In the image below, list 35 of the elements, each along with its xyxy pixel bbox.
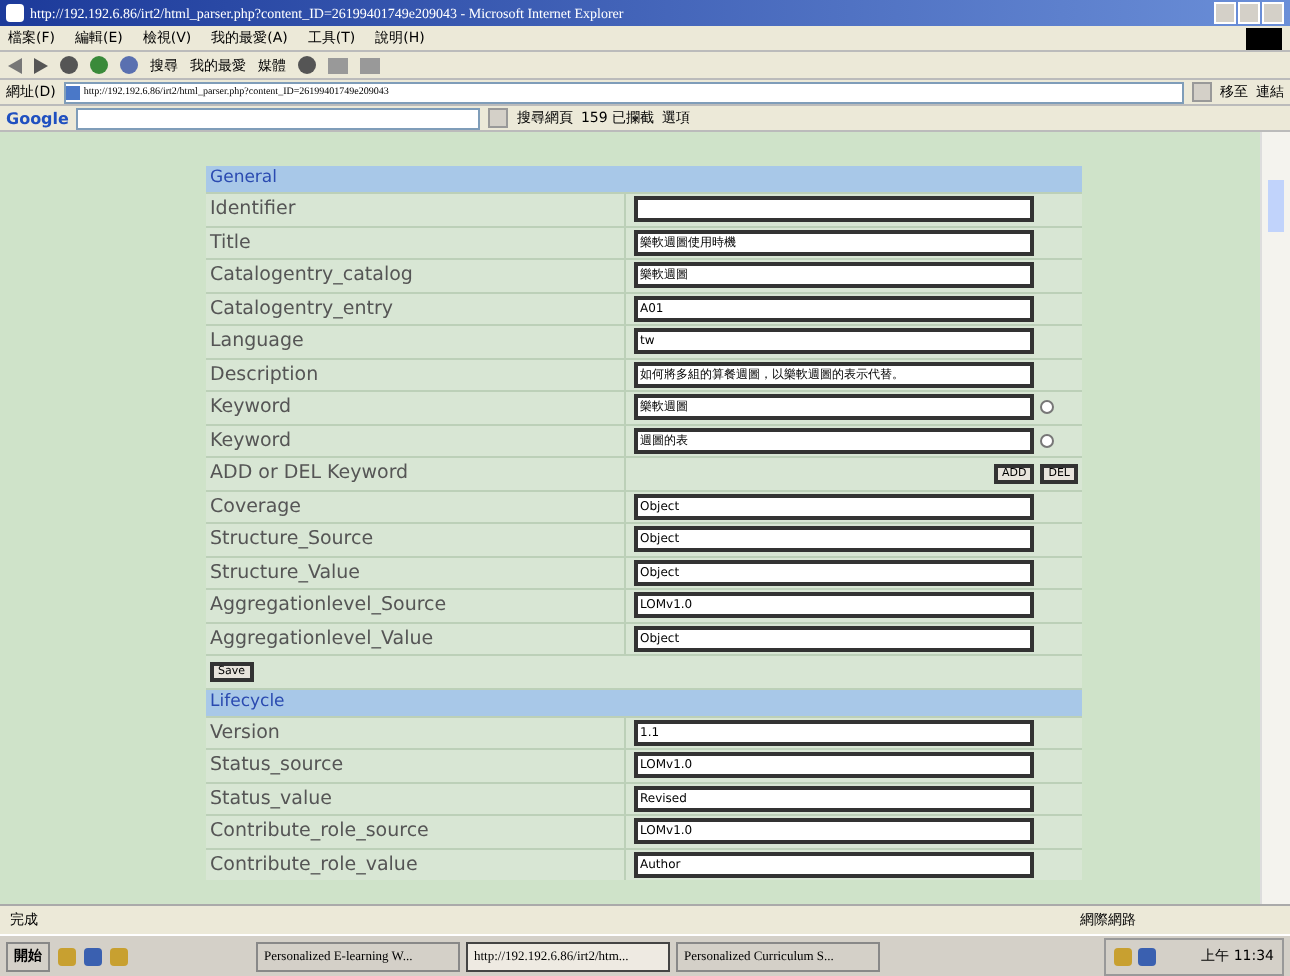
radio-button[interactable] [1040,400,1054,415]
field-label: Keyword [206,425,624,456]
field-label: Catalogentry_entry [206,293,624,324]
radio-button[interactable] [1040,433,1054,448]
section-header: General [206,166,1082,192]
field-label: Version [206,717,624,748]
google-logo: Google [6,109,69,127]
field-label: Status_source [206,750,624,781]
field-label: Contribute_role_source [206,816,624,847]
field-label: Aggregationlevel_Source [206,590,624,621]
field-label: Coverage [206,491,624,522]
field-label: Status_value [206,783,624,814]
field-label: Language [206,326,624,357]
dropdown-button[interactable] [1192,82,1212,102]
scrollbar[interactable] [1260,132,1290,904]
back-icon[interactable] [8,57,22,73]
field-label: Keyword [206,392,624,423]
field-label: Contribute_role_value [206,849,624,880]
google-search-field[interactable] [76,107,481,129]
field-label: Title [206,227,624,258]
section-header: Lifecycle [206,689,1082,715]
browser-icon [6,4,24,22]
dropdown-button[interactable] [488,108,509,128]
field-label: Structure_Value [206,557,624,588]
field-label: Aggregationlevel_Value [206,623,624,654]
field-label: Structure_Source [206,524,624,555]
field-label: Catalogentry_catalog [206,260,624,291]
minimize-button[interactable] [1214,2,1236,24]
input-field[interactable] [634,196,1034,223]
close-button[interactable] [1262,2,1284,24]
maximize-button[interactable] [1238,2,1260,24]
field-label: Identifier [206,194,624,225]
field-label: ADD or DEL Keyword [206,458,624,489]
field-label: Description [206,359,624,390]
forward-icon[interactable] [34,57,48,73]
